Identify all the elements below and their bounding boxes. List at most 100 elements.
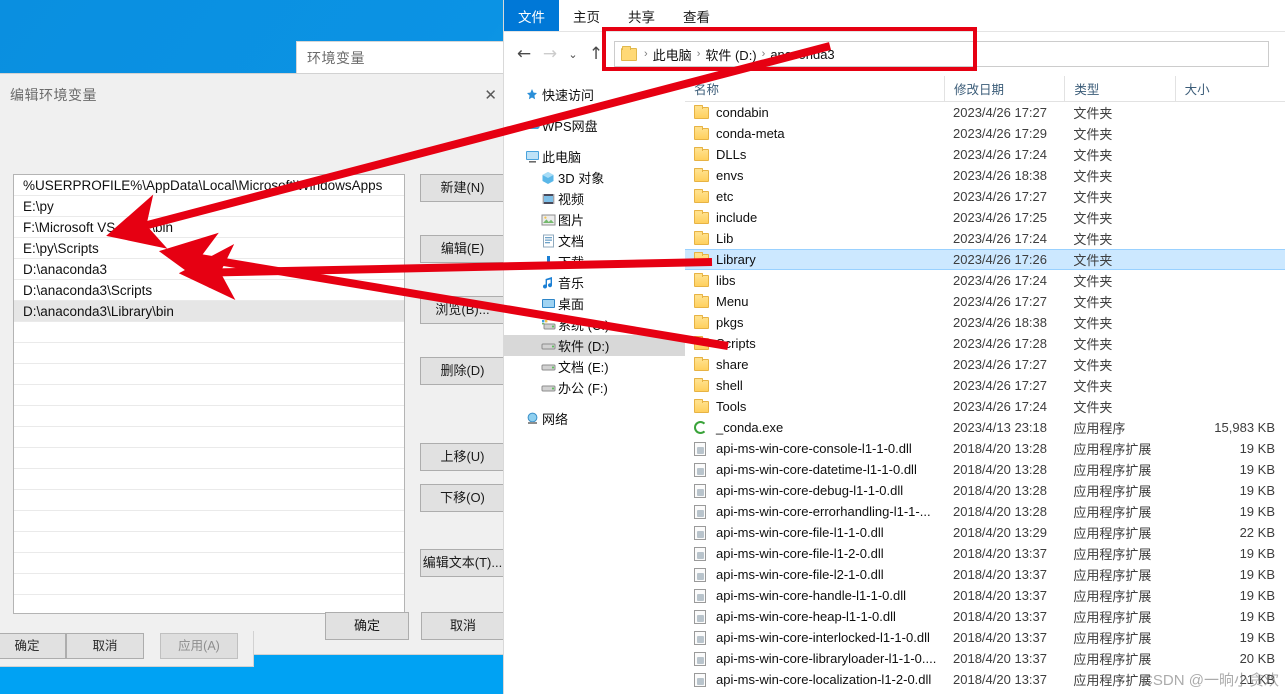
file-row[interactable]: pkgs2023/4/26 18:38文件夹 — [685, 312, 1285, 333]
file-list-pane[interactable]: 名称修改日期类型大小 condabin2023/4/26 17:27文件夹con… — [685, 76, 1285, 694]
file-row[interactable]: Lib2023/4/26 17:24文件夹 — [685, 228, 1285, 249]
path-entry-empty-row[interactable] — [14, 574, 404, 595]
ribbon-tab-2[interactable]: 共享 — [614, 0, 669, 31]
close-icon[interactable]: ✕ — [484, 74, 497, 116]
file-row[interactable]: api-ms-win-core-console-l1-1-0.dll2018/4… — [685, 438, 1285, 459]
column-header-2[interactable]: 类型 — [1064, 76, 1174, 101]
file-row[interactable]: Menu2023/4/26 17:27文件夹 — [685, 291, 1285, 312]
path-entry-row[interactable]: E:\py — [14, 196, 404, 217]
nav-item-2[interactable]: 此电脑 — [504, 146, 685, 167]
file-row[interactable]: api-ms-win-core-errorhandling-l1-1-...20… — [685, 501, 1285, 522]
nav-item-12[interactable]: 文档 (E:) — [504, 356, 685, 377]
path-button-2[interactable]: 浏览(B)... — [420, 296, 505, 324]
path-entry-row[interactable]: D:\anaconda3\Scripts — [14, 280, 404, 301]
breadcrumb-item-0[interactable]: 此电脑 — [650, 45, 695, 64]
path-entry-empty-row[interactable] — [14, 469, 404, 490]
path-button-1[interactable]: 编辑(E) — [420, 235, 505, 263]
path-entry-row[interactable]: F:\Microsoft VS Code\bin — [14, 217, 404, 238]
nav-item-10[interactable]: 系统 (C:) — [504, 314, 685, 335]
column-headers[interactable]: 名称修改日期类型大小 — [685, 76, 1285, 102]
file-row[interactable]: api-ms-win-core-libraryloader-l1-1-0....… — [685, 648, 1285, 669]
path-entry-empty-row[interactable] — [14, 364, 404, 385]
breadcrumb-item-2[interactable]: anaconda3 — [767, 47, 837, 62]
file-row[interactable]: api-ms-win-core-interlocked-l1-1-0.dll20… — [685, 627, 1285, 648]
file-row[interactable]: etc2023/4/26 17:27文件夹 — [685, 186, 1285, 207]
nav-item-6[interactable]: 文档 — [504, 230, 685, 251]
file-row[interactable]: _conda.exe2023/4/13 23:18应用程序15,983 KB — [685, 417, 1285, 438]
forward-icon[interactable]: → — [537, 40, 563, 68]
file-row[interactable]: Tools2023/4/26 17:24文件夹 — [685, 396, 1285, 417]
nav-item-4[interactable]: 视频 — [504, 188, 685, 209]
path-entry-empty-row[interactable] — [14, 532, 404, 553]
path-button-4[interactable]: 上移(U) — [420, 443, 505, 471]
nav-item-5[interactable]: 图片 — [504, 209, 685, 230]
nav-item-7[interactable]: 下载 — [504, 251, 685, 272]
file-row[interactable]: Library2023/4/26 17:26文件夹 — [685, 249, 1285, 270]
file-row[interactable]: share2023/4/26 17:27文件夹 — [685, 354, 1285, 375]
back-icon[interactable]: ← — [511, 40, 537, 68]
navigation-pane[interactable]: 快速访问 WPS网盘此电脑3D 对象视频图片文档下载音乐桌面系统 (C:)软件 (… — [504, 76, 685, 694]
ribbon-tab-0[interactable]: 文件 — [504, 0, 559, 31]
path-entry-empty-row[interactable] — [14, 427, 404, 448]
path-entry-row[interactable]: D:\anaconda3 — [14, 259, 404, 280]
path-entry-row[interactable]: %USERPROFILE%\AppData\Local\Microsoft\Wi… — [14, 175, 404, 196]
nav-item-0[interactable]: 快速访问 — [504, 84, 685, 105]
file-row[interactable]: conda-meta2023/4/26 17:29文件夹 — [685, 123, 1285, 144]
file-row[interactable]: shell2023/4/26 17:27文件夹 — [685, 375, 1285, 396]
file-row[interactable]: envs2023/4/26 18:38文件夹 — [685, 165, 1285, 186]
nav-item-14[interactable]: 网络 — [504, 408, 685, 429]
path-entry-empty-row[interactable] — [14, 511, 404, 532]
nav-item-13[interactable]: 办公 (F:) — [504, 377, 685, 398]
file-name-label: etc — [716, 189, 733, 204]
path-entry-empty-row[interactable] — [14, 406, 404, 427]
file-row[interactable]: api-ms-win-core-handle-l1-1-0.dll2018/4/… — [685, 585, 1285, 606]
file-row[interactable]: libs2023/4/26 17:24文件夹 — [685, 270, 1285, 291]
path-entry-row[interactable]: E:\py\Scripts — [14, 238, 404, 259]
file-row[interactable]: api-ms-win-core-file-l2-1-0.dll2018/4/20… — [685, 564, 1285, 585]
file-row[interactable]: api-ms-win-core-file-l1-2-0.dll2018/4/20… — [685, 543, 1285, 564]
path-entry-empty-row[interactable] — [14, 553, 404, 574]
column-header-1[interactable]: 修改日期 — [944, 76, 1064, 101]
file-row[interactable]: include2023/4/26 17:25文件夹 — [685, 207, 1285, 228]
nav-item-11[interactable]: 软件 (D:) — [504, 335, 685, 356]
ok-button[interactable]: 确定 — [325, 612, 409, 640]
breadcrumb-item-1[interactable]: 软件 (D:) — [702, 45, 759, 64]
path-button-3[interactable]: 删除(D) — [420, 357, 505, 385]
path-entry-empty-row[interactable] — [14, 385, 404, 406]
file-row[interactable]: Scripts2023/4/26 17:28文件夹 — [685, 333, 1285, 354]
column-header-0[interactable]: 名称 — [685, 76, 944, 101]
nav-item-8[interactable]: 音乐 — [504, 272, 685, 293]
background-dialog-button-0[interactable]: 确定 — [0, 633, 66, 659]
path-button-5[interactable]: 下移(O) — [420, 484, 505, 512]
dll-icon — [694, 547, 716, 561]
ribbon-tab-3[interactable]: 查看 — [669, 0, 724, 31]
edit-environment-variable-dialog[interactable]: 编辑环境变量 ✕ %USERPROFILE%\AppData\Local\Mic… — [0, 73, 504, 655]
up-icon[interactable]: ↑ — [583, 40, 609, 68]
column-header-3[interactable]: 大小 — [1175, 76, 1285, 101]
background-dialog-button-1[interactable]: 取消 — [66, 633, 144, 659]
file-row[interactable]: DLLs2023/4/26 17:24文件夹 — [685, 144, 1285, 165]
path-entries-list[interactable]: %USERPROFILE%\AppData\Local\Microsoft\Wi… — [13, 174, 405, 614]
cancel-button[interactable]: 取消 — [421, 612, 505, 640]
breadcrumb[interactable]: ›此电脑›软件 (D:)›anaconda3 — [614, 41, 1269, 67]
nav-item-3[interactable]: 3D 对象 — [504, 167, 685, 188]
file-row[interactable]: api-ms-win-core-debug-l1-1-0.dll2018/4/2… — [685, 480, 1285, 501]
recent-locations-chevron-down-icon[interactable]: ⌄ — [563, 40, 583, 68]
path-entry-empty-row[interactable] — [14, 448, 404, 469]
nav-item-1[interactable]: WPS网盘 — [504, 115, 685, 136]
path-button-6[interactable]: 编辑文本(T)... — [420, 549, 505, 577]
path-entry-empty-row[interactable] — [14, 490, 404, 511]
background-dialog-button-2[interactable]: 应用(A) — [160, 633, 238, 659]
ribbon-tab-1[interactable]: 主页 — [559, 0, 614, 31]
file-explorer-window[interactable]: 文件主页共享查看 ← → ⌄ ↑ ›此电脑›软件 (D:)›anaconda3 … — [503, 0, 1285, 694]
nav-item-9[interactable]: 桌面 — [504, 293, 685, 314]
file-list[interactable]: condabin2023/4/26 17:27文件夹conda-meta2023… — [685, 102, 1285, 690]
file-row[interactable]: api-ms-win-core-heap-l1-1-0.dll2018/4/20… — [685, 606, 1285, 627]
path-entry-row[interactable]: D:\anaconda3\Library\bin — [14, 301, 404, 322]
path-entry-empty-row[interactable] — [14, 343, 404, 364]
file-row[interactable]: api-ms-win-core-file-l1-1-0.dll2018/4/20… — [685, 522, 1285, 543]
file-row[interactable]: api-ms-win-core-datetime-l1-1-0.dll2018/… — [685, 459, 1285, 480]
file-row[interactable]: condabin2023/4/26 17:27文件夹 — [685, 102, 1285, 123]
path-entry-empty-row[interactable] — [14, 322, 404, 343]
path-button-0[interactable]: 新建(N) — [420, 174, 505, 202]
